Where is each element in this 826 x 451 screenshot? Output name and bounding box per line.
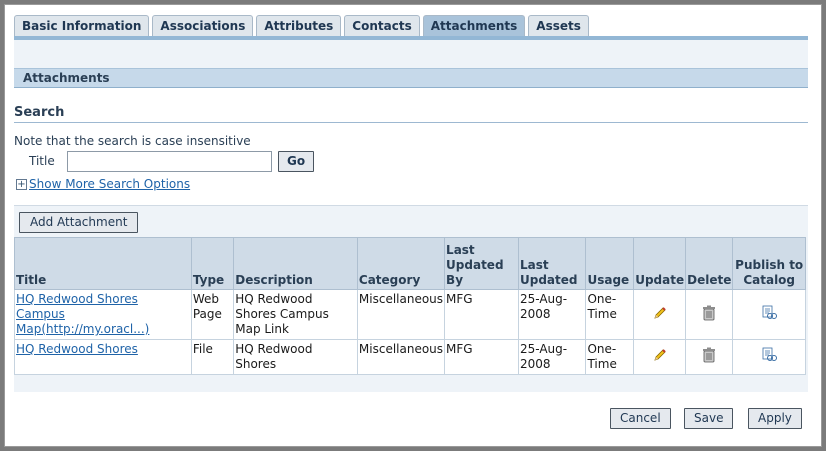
trash-icon[interactable] [702,347,716,367]
tab-attributes[interactable]: Attributes [256,15,342,37]
add-attachment-button[interactable]: Add Attachment [19,212,139,233]
tab-attachments[interactable]: Attachments [422,15,526,37]
column-header-type: Type [190,237,235,290]
tab-contacts[interactable]: Contacts [344,15,420,37]
attachment-last-updated: 25-Aug-2008 [517,339,587,375]
show-more-search-options[interactable]: + Show More Search Options [16,177,190,191]
title-search-input[interactable] [67,151,272,172]
table-row: HQ Redwood Shores Campus Map(http://my.o… [14,289,806,340]
attachments-table-region: Add Attachment Title Type Description Ca… [14,205,808,390]
attachment-usage: One-Time [585,339,635,375]
show-more-search-options-link[interactable]: Show More Search Options [29,177,190,191]
pencil-icon[interactable] [652,305,668,325]
attachment-title-link[interactable]: HQ Redwood Shores Campus Map(http://my.o… [16,292,149,336]
table-row: HQ Redwood Shores File HQ Redwood Shores… [14,339,806,375]
attachment-description: HQ Redwood Shores Campus Map Link [233,289,358,340]
apply-button[interactable]: Apply [748,408,802,429]
attachment-last-updated: 25-Aug-2008 [517,289,587,340]
attachment-title-link[interactable]: HQ Redwood Shores [16,342,138,356]
column-header-title: Title [14,237,192,290]
attachment-type: Web Page [190,289,235,340]
save-button[interactable]: Save [684,408,734,429]
cancel-button[interactable]: Cancel [610,408,671,429]
attachments-table: Title Type Description Category Last Upd… [14,237,806,375]
column-header-update: Update [633,237,687,290]
search-note: Note that the search is case insensitive [14,134,251,148]
go-button[interactable]: Go [278,151,315,172]
attachment-description: HQ Redwood Shores [233,339,358,375]
attachment-category: Miscellaneous [356,339,446,375]
attachment-type: File [190,339,235,375]
tab-associations[interactable]: Associations [152,15,254,37]
publish-catalog-icon[interactable] [761,347,778,367]
attachment-usage: One-Time [585,289,635,340]
tab-bar: Basic Information Associations Attribute… [14,15,592,37]
trash-icon[interactable] [702,305,716,325]
attachment-last-updated-by: MFG [444,339,519,375]
section-header: Attachments [14,68,808,88]
column-header-description: Description [233,237,358,290]
publish-catalog-icon[interactable] [761,305,778,325]
attachment-last-updated-by: MFG [444,289,519,340]
search-heading: Search [14,104,808,123]
tab-basic-information[interactable]: Basic Information [14,15,150,37]
attachment-category: Miscellaneous [356,289,446,340]
column-header-delete: Delete [685,237,734,290]
title-label: Title [29,154,55,168]
column-header-publish: Publish to Catalog [732,237,806,290]
pencil-icon[interactable] [652,347,668,367]
expand-plus-icon[interactable]: + [16,178,27,190]
column-header-last-updated-by: Last Updated By [444,237,519,290]
column-header-usage: Usage [585,237,635,290]
tab-assets[interactable]: Assets [528,15,589,37]
column-header-category: Category [356,237,446,290]
column-header-last-updated: Last Updated [517,237,587,290]
